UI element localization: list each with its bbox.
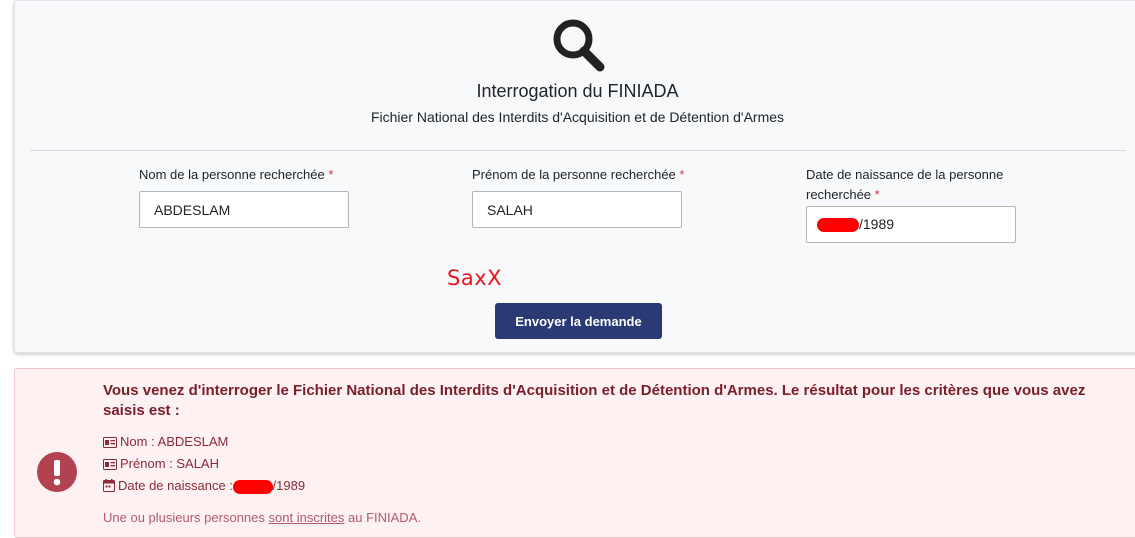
first-name-input[interactable] [472,191,682,228]
result-nom: Nom : ABDESLAM [103,433,228,453]
watermark-annotation: SaxX [447,266,503,290]
result-nom-text: Nom : ABDESLAM [120,434,229,449]
birth-date-input[interactable]: /1989 [806,206,1016,243]
footer-text-after: au FINIADA. [348,510,421,525]
first-name-label: Prénom de la personne recherchée * [472,165,684,185]
inscrites-link[interactable]: sont inscrites [269,510,345,525]
id-card-icon [103,435,117,453]
birth-date-label-line1: Date de naissance de la personne [806,167,1004,182]
last-name-input[interactable] [139,191,349,228]
page-subtitle: Fichier National des Interdits d'Acquisi… [370,109,785,125]
redaction-mark [232,479,273,494]
calendar-icon [103,479,115,497]
redaction-mark [817,218,859,233]
last-name-label-text: Nom de la personne recherchée [139,167,325,182]
search-icon [550,17,610,73]
exclamation-circle-icon [36,451,78,493]
id-card-icon [103,457,117,475]
result-date: Date de naissance : /1989 [103,477,305,497]
footer-text-before: Une ou plusieurs personnes [103,510,265,525]
result-prenom: Prénom : SALAH [103,455,219,475]
birth-date-label: Date de naissance de la personne recherc… [806,165,1036,205]
divider [30,150,1126,151]
result-date-value: /1989 [272,478,306,493]
result-title: Vous venez d'interroger le Fichier Natio… [103,382,1086,419]
required-marker: * [679,167,685,182]
last-name-label: Nom de la personne recherchée * [139,165,333,185]
result-date-label: Date de naissance : [118,478,233,493]
submit-button[interactable]: Envoyer la demande [495,303,662,339]
result-alert: Vous venez d'interroger le Fichier Natio… [14,368,1135,538]
required-marker: * [328,167,334,182]
result-footer: Une ou plusieurs personnes sont inscrite… [103,510,421,525]
birth-date-label-line2: recherchée [806,187,872,202]
search-form-card: Interrogation du FINIADA Fichier Nationa… [14,0,1135,353]
required-marker: * [874,187,880,202]
result-prenom-text: Prénom : SALAH [120,456,219,471]
page-title: Interrogation du FINIADA [476,81,679,101]
first-name-label-text: Prénom de la personne recherchée [472,167,676,182]
birth-date-value: /1989 [859,216,895,232]
